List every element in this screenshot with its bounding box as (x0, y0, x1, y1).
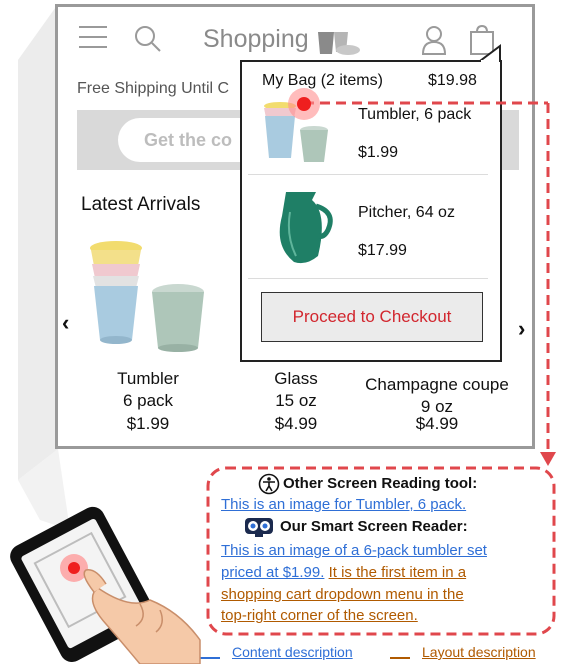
content-legend-label: Content description (232, 644, 353, 660)
smart-layout-line1: It is the first item in a (328, 564, 467, 581)
touch-focus-dot (288, 88, 320, 120)
smart-line2: priced at $1.99. It is the first item in… (221, 564, 466, 581)
smart-content-line2: priced at $1.99. (221, 564, 325, 581)
smart-reader-title: Our Smart Screen Reader: (280, 518, 468, 535)
smart-reader-icon (245, 518, 273, 537)
smart-layout-line3: top-right corner of the screen. (221, 607, 418, 624)
layout-legend-swatch (390, 657, 410, 659)
other-reader-text: This is an image for Tumbler, 6 pack. (221, 496, 467, 513)
accessibility-icon (258, 473, 280, 495)
smart-content-line1: This is an image of a 6-pack tumbler set (221, 542, 487, 559)
phone-hand-illustration (10, 506, 201, 664)
other-reader-title: Other Screen Reading tool: (283, 475, 478, 492)
layout-legend-label: Layout description (422, 644, 536, 660)
smart-layout-line2: shopping cart dropdown menu in the (221, 586, 464, 603)
